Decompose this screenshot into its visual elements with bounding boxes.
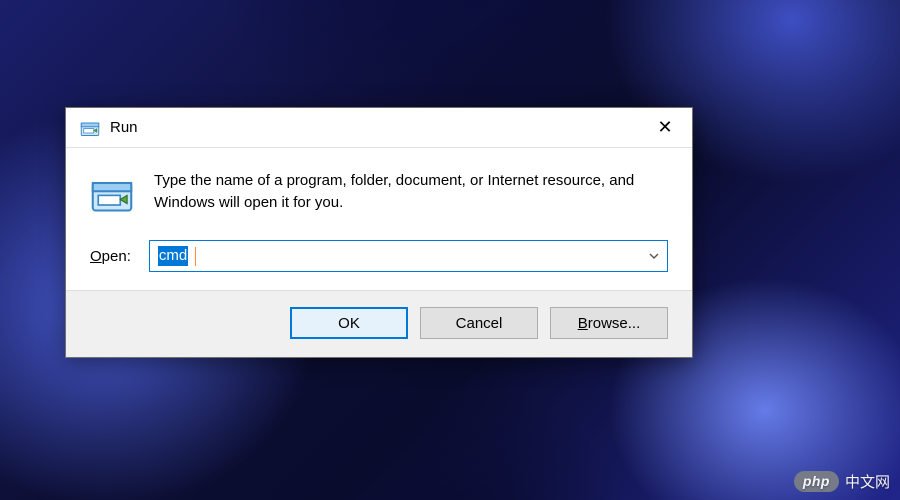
ok-button-label: OK [338,315,360,332]
watermark: php 中文网 [794,471,890,492]
dialog-body: Type the name of a program, folder, docu… [66,148,692,290]
chevron-down-icon[interactable] [641,241,667,271]
close-icon: ✕ [657,117,672,138]
browse-mnemonic: B [578,315,588,332]
open-input[interactable] [150,241,641,271]
titlebar[interactable]: Run ✕ [66,108,692,148]
ok-button[interactable]: OK [290,307,408,339]
browse-button[interactable]: Browse... [550,307,668,339]
run-icon-large [90,172,134,216]
cancel-button[interactable]: Cancel [420,307,538,339]
run-dialog: Run ✕ Type the name of a program, folder… [65,107,693,358]
dialog-description: Type the name of a program, folder, docu… [154,170,668,214]
dialog-title: Run [110,119,138,136]
open-combobox[interactable]: cmd [149,240,668,272]
open-label-rest: pen: [102,248,131,265]
open-label: Open: [90,248,131,265]
description-row: Type the name of a program, folder, docu… [90,170,668,216]
close-button[interactable]: ✕ [642,112,688,144]
open-row: Open: cmd [90,240,668,272]
open-label-mnemonic: O [90,248,102,265]
browse-rest: rowse... [588,315,641,332]
dialog-footer: OK Cancel Browse... [66,290,692,357]
run-icon [80,118,100,138]
watermark-badge: php [794,471,839,492]
watermark-text: 中文网 [845,471,890,492]
cancel-button-label: Cancel [456,315,503,332]
